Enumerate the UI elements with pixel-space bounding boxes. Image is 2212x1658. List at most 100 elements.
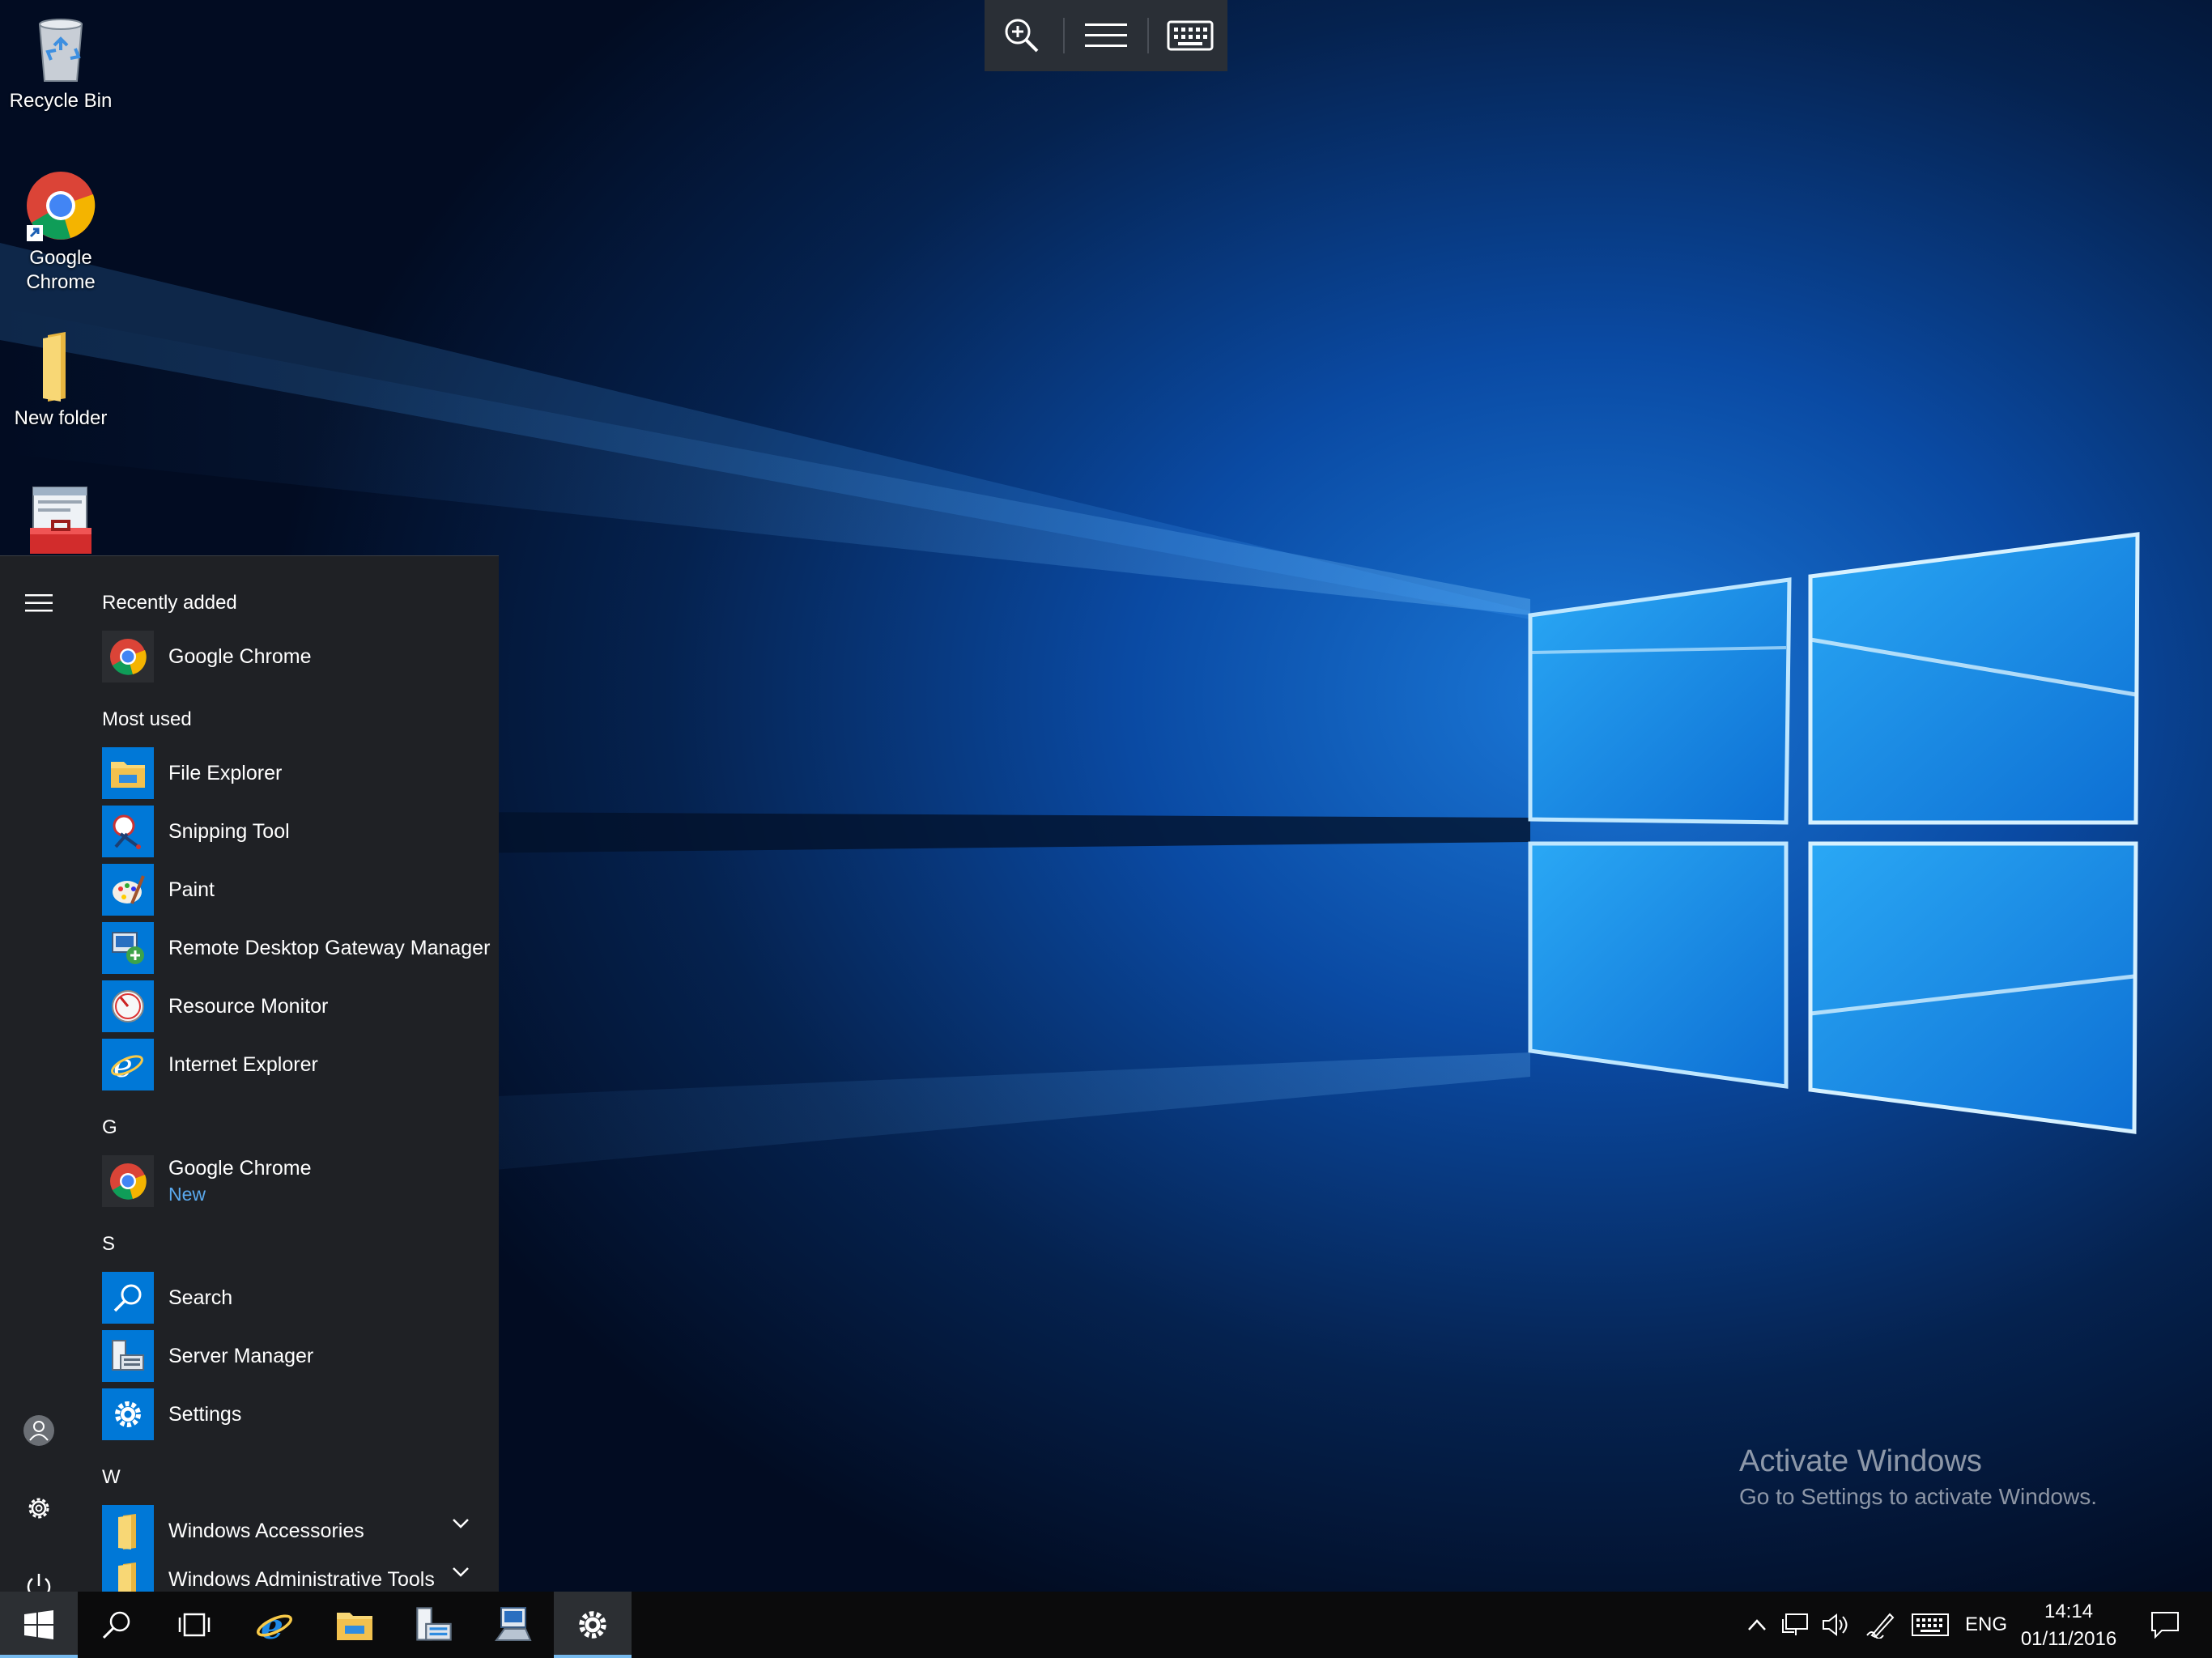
network-icon xyxy=(1782,1613,1808,1635)
windows-logo-icon xyxy=(24,1610,53,1639)
menu-icon[interactable] xyxy=(1074,7,1138,64)
section-header-w[interactable]: W xyxy=(102,1466,121,1489)
taskbar-server-manager[interactable] xyxy=(395,1592,473,1658)
zoom-in-icon[interactable] xyxy=(989,7,1054,64)
file-explorer-icon xyxy=(337,1613,372,1640)
desktop-icon-label: Recycle Bin xyxy=(9,90,113,112)
app-name: Paint xyxy=(168,878,215,901)
start-button[interactable] xyxy=(0,1592,78,1658)
app-item-server-manager[interactable]: Server Manager xyxy=(102,1330,499,1382)
settings-rail-button[interactable] xyxy=(0,1476,78,1541)
action-center-button[interactable] xyxy=(2141,1592,2189,1658)
show-hidden-icons-button[interactable] xyxy=(1741,1592,1773,1658)
power-button[interactable] xyxy=(0,1554,78,1592)
app-name: Windows Administrative Tools xyxy=(168,1567,435,1591)
app-item-search[interactable]: Search xyxy=(102,1272,499,1324)
touch-keyboard-button[interactable] xyxy=(1908,1592,1953,1658)
app-tile xyxy=(102,806,154,857)
volume-tray-button[interactable] xyxy=(1819,1592,1854,1658)
app-name: Internet Explorer xyxy=(168,1052,318,1076)
folder-icon xyxy=(118,1562,136,1592)
app-name: File Explorer xyxy=(168,761,283,784)
file-explorer-icon xyxy=(111,762,145,788)
chevron-down-icon[interactable] xyxy=(452,1567,470,1578)
app-tile xyxy=(102,747,154,799)
resource-monitor-icon xyxy=(112,990,144,1022)
app-tile: e xyxy=(102,1039,154,1090)
taskbar-settings[interactable] xyxy=(554,1592,632,1658)
app-item-resource-monitor[interactable]: Resource Monitor xyxy=(102,980,499,1032)
app-name: Google Chrome xyxy=(168,644,312,668)
folder-icon xyxy=(43,332,66,402)
keyboard-icon[interactable] xyxy=(1158,7,1223,64)
taskbar-rd-app[interactable] xyxy=(474,1592,552,1658)
section-header-most-used: Most used xyxy=(102,708,192,730)
app-tile xyxy=(102,1330,154,1382)
watermark-subtitle: Go to Settings to activate Windows. xyxy=(1739,1484,2097,1509)
clock-time: 14:14 xyxy=(2044,1601,2094,1622)
app-name: Search xyxy=(168,1286,233,1309)
user-icon xyxy=(23,1415,54,1446)
taskbar: e ENG 14:14 01/11/2016 xyxy=(0,1592,2212,1658)
app-text: Google Chrome New xyxy=(154,1157,311,1205)
app-name: Google Chrome xyxy=(168,1157,312,1180)
server-manager-icon xyxy=(416,1607,452,1641)
taskbar-internet-explorer[interactable]: e xyxy=(236,1592,314,1658)
chevron-up-icon xyxy=(1748,1619,1766,1630)
app-name: Snipping Tool xyxy=(168,819,290,843)
clock-date: 01/11/2016 xyxy=(2020,1628,2117,1650)
watermark-title: Activate Windows xyxy=(1739,1444,1982,1478)
snipping-tool-icon xyxy=(113,814,141,849)
clock[interactable]: 14:14 01/11/2016 xyxy=(2016,1598,2121,1653)
input-language-button[interactable]: ENG xyxy=(1959,1592,2013,1658)
start-menu: Recently added Google Chrome Most used F… xyxy=(0,555,499,1592)
network-tray-button[interactable] xyxy=(1778,1592,1814,1658)
app-item-file-explorer[interactable]: File Explorer xyxy=(102,747,499,799)
task-view-button[interactable] xyxy=(155,1592,233,1658)
remote-session-toolbar xyxy=(985,0,1227,71)
desktop-icon-label: Google Chrome xyxy=(26,247,96,293)
gear-icon xyxy=(579,1611,606,1639)
chevron-down-icon[interactable] xyxy=(452,1518,470,1529)
internet-explorer-icon: e xyxy=(111,1048,143,1083)
app-name: Windows Accessories xyxy=(168,1519,364,1542)
desktop-icon-new-folder[interactable]: New folder xyxy=(3,330,118,431)
expand-menu-button[interactable] xyxy=(0,571,78,636)
user-account-button[interactable] xyxy=(0,1398,78,1463)
section-header-recently-added: Recently added xyxy=(102,592,237,614)
start-menu-rail xyxy=(0,556,78,1592)
paint-icon xyxy=(113,875,145,904)
app-item-google-chrome-recent[interactable]: Google Chrome xyxy=(102,631,499,682)
pen-tray-button[interactable] xyxy=(1862,1592,1898,1658)
taskbar-file-explorer[interactable] xyxy=(316,1592,393,1658)
app-item-windows-accessories[interactable]: Windows Accessories xyxy=(102,1505,499,1557)
server-manager-icon xyxy=(112,1340,144,1371)
app-item-paint[interactable]: Paint xyxy=(102,864,499,916)
app-item-internet-explorer[interactable]: e Internet Explorer xyxy=(102,1039,499,1090)
app-tile xyxy=(102,980,154,1032)
app-tile xyxy=(102,864,154,916)
rd-gateway-icon xyxy=(112,932,144,964)
chrome-icon xyxy=(110,1163,147,1200)
settings-icon xyxy=(115,1401,141,1427)
app-item-settings[interactable]: Settings xyxy=(102,1388,499,1440)
app-item-rd-gateway-manager[interactable]: Remote Desktop Gateway Manager xyxy=(102,922,499,974)
activation-watermark: Activate Windows Go to Settings to activ… xyxy=(1739,1444,2097,1510)
desktop-icon-recycle-bin[interactable]: Recycle Bin xyxy=(3,13,118,113)
section-header-s[interactable]: S xyxy=(102,1233,115,1256)
chrome-icon xyxy=(110,639,147,675)
task-view-icon xyxy=(178,1613,211,1637)
app-tile xyxy=(102,1272,154,1324)
desktop-icon-toolbox[interactable] xyxy=(3,486,118,562)
desktop-icon-google-chrome[interactable]: Google Chrome xyxy=(3,170,118,295)
app-item-windows-administrative-tools[interactable]: Windows Administrative Tools xyxy=(102,1554,499,1592)
pen-icon xyxy=(1866,1613,1895,1639)
app-item-google-chrome[interactable]: Google Chrome New xyxy=(102,1155,499,1207)
section-header-g[interactable]: G xyxy=(102,1116,117,1139)
taskbar-search-button[interactable] xyxy=(78,1592,155,1658)
notification-icon xyxy=(2151,1612,2179,1639)
remote-desktop-icon xyxy=(495,1607,532,1641)
app-item-snipping-tool[interactable]: Snipping Tool xyxy=(102,806,499,857)
app-name: Resource Monitor xyxy=(168,994,329,1018)
chrome-icon xyxy=(27,172,96,241)
